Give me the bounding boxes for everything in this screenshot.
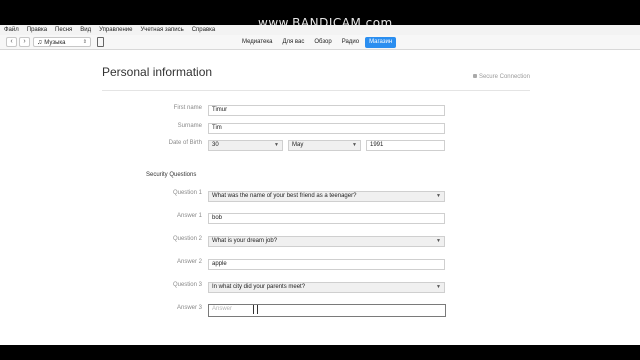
tab-for-you[interactable]: Для вас (278, 37, 308, 48)
music-note-icon: ♫ (37, 39, 43, 46)
dob-day-value: 30 (212, 142, 219, 148)
security-questions-heading: Security Questions (146, 172, 197, 178)
page-title: Personal information (102, 65, 213, 79)
tab-browse[interactable]: Обзор (310, 37, 335, 48)
dropdown-caret-icon: ▼ (436, 238, 441, 244)
answer-2-label: Answer 2 (176, 259, 202, 265)
first-name-field[interactable]: Timur (208, 105, 445, 116)
updown-arrows-icon: ⇕ (82, 39, 87, 45)
dropdown-caret-icon: ▼ (352, 142, 357, 148)
dob-day-select[interactable]: 30 ▼ (208, 140, 283, 151)
secure-connection: Secure Connection (472, 74, 530, 80)
lock-icon (472, 74, 477, 78)
answer-3-placeholder: Answer (212, 306, 233, 312)
surname-label: Surname (177, 123, 202, 129)
secure-connection-label: Secure Connection (478, 74, 530, 80)
question-3-select[interactable]: In what city did your parents meet? ▼ (208, 282, 445, 293)
text-cursor-icon (253, 305, 258, 314)
menu-song[interactable]: Песня (55, 27, 72, 33)
forward-button[interactable]: › (19, 37, 30, 47)
device-icon[interactable] (97, 37, 104, 47)
answer-3-label: Answer 3 (176, 305, 202, 311)
dropdown-caret-icon: ▼ (436, 193, 441, 199)
question-3-label: Question 3 (172, 282, 202, 288)
question-1-select[interactable]: What was the name of your best friend as… (208, 191, 445, 202)
back-button[interactable]: ‹ (6, 37, 17, 47)
dob-month-value: May (292, 142, 304, 148)
recording-bottom-bar (0, 345, 640, 360)
menu-account[interactable]: Учетная запись (140, 27, 183, 33)
nav-tabs: Медиатека Для вас Обзор Радио Магазин (238, 37, 397, 48)
answer-2-field[interactable]: apple (208, 259, 445, 270)
question-1-label: Question 1 (172, 190, 202, 196)
media-type-select[interactable]: ♫ Музыка ⇕ (33, 37, 91, 47)
question-3-value: In what city did your parents meet? (212, 284, 306, 290)
menu-help[interactable]: Справка (192, 27, 216, 33)
tab-library[interactable]: Медиатека (238, 37, 276, 48)
menu-bar: Файл Правка Песня Вид Управление Учетная… (0, 25, 640, 35)
surname-field[interactable]: Tim (208, 123, 445, 134)
answer-3-field[interactable]: Answer (208, 304, 446, 317)
media-type-value: Музыка (44, 40, 66, 46)
dob-month-select[interactable]: May ▼ (288, 140, 361, 151)
dob-label: Date of Birth (168, 140, 202, 146)
question-2-select[interactable]: What is your dream job? ▼ (208, 236, 445, 247)
toolbar: ‹ › ♫ Музыка ⇕ Медиатека Для вас Обзор Ра… (0, 35, 640, 50)
dropdown-caret-icon: ▼ (274, 142, 279, 148)
answer-1-label: Answer 1 (176, 213, 202, 219)
recording-top-bar: www.BANDICAM.com (0, 0, 640, 30)
first-name-label: First name (173, 105, 202, 111)
tab-radio[interactable]: Радио (338, 37, 363, 48)
tab-store[interactable]: Магазин (365, 37, 397, 48)
menu-view[interactable]: Вид (80, 27, 91, 33)
question-2-label: Question 2 (172, 236, 202, 242)
question-1-value: What was the name of your best friend as… (212, 193, 357, 199)
menu-controls[interactable]: Управление (99, 27, 132, 33)
account-form-page: Personal information Secure Connection F… (0, 50, 640, 345)
dropdown-caret-icon: ▼ (436, 284, 441, 290)
dob-year-field[interactable]: 1991 (366, 140, 445, 151)
question-2-value: What is your dream job? (212, 238, 278, 244)
menu-file[interactable]: Файл (4, 27, 19, 33)
menu-edit[interactable]: Правка (27, 27, 47, 33)
divider (102, 90, 530, 91)
answer-1-field[interactable]: bob (208, 213, 445, 224)
